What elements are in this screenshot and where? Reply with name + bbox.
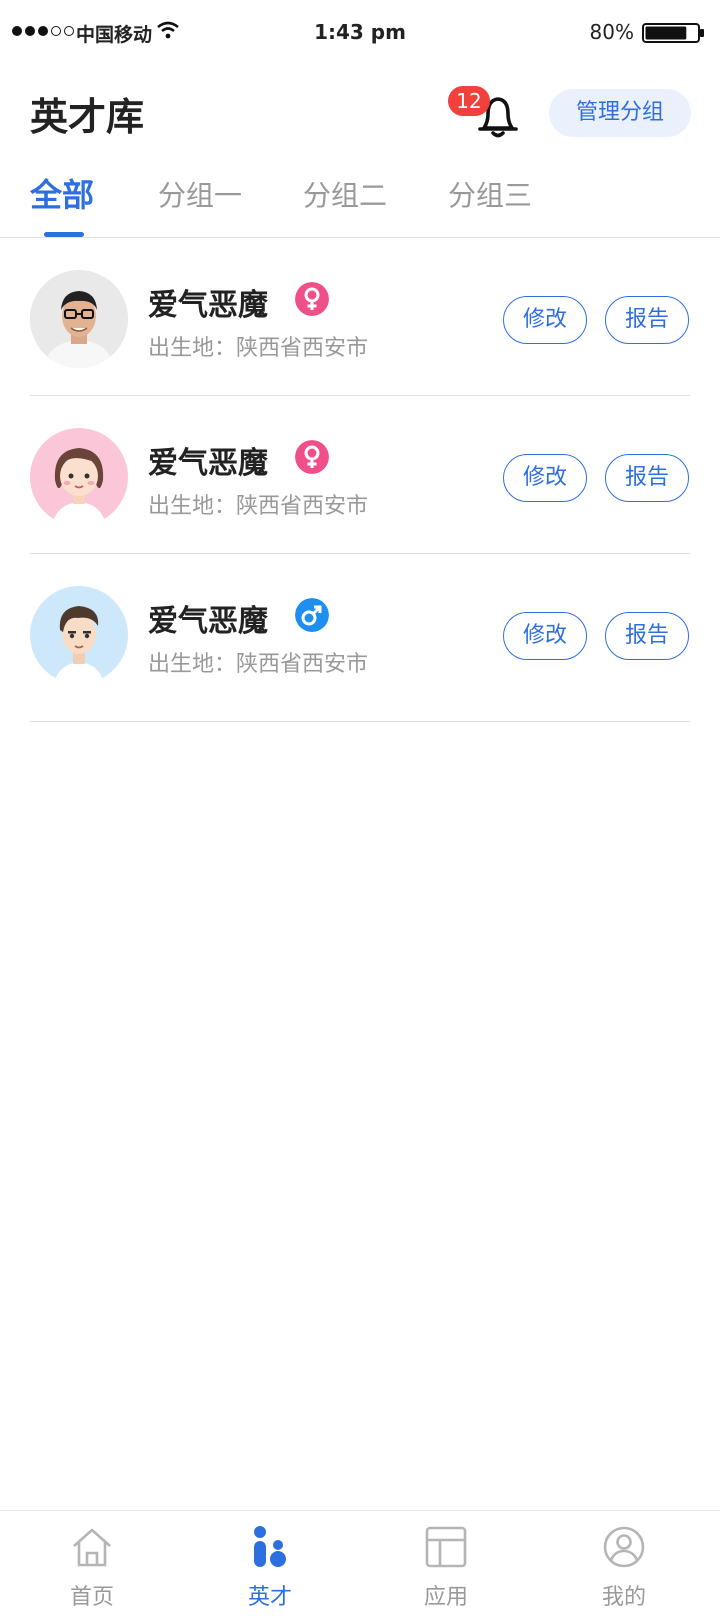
bottom-navigation: 首页 英才 应用 我的 [0,1510,720,1624]
nav-label: 首页 [69,1585,114,1610]
manage-groups-button[interactable]: 管理分组 [549,89,691,137]
report-button[interactable]: 报告 [605,296,689,344]
divider [30,721,690,722]
nav-item-talent[interactable]: 英才 [180,1511,360,1624]
talent-icon [254,1526,286,1567]
apps-icon [425,1526,467,1568]
nav-label: 英才 [247,1585,292,1610]
battery-icon [642,23,704,43]
report-button[interactable]: 报告 [605,612,689,660]
avatar [30,270,128,368]
tab-group-2[interactable]: 分组二 [303,174,387,214]
tab-all[interactable]: 全部 [30,170,94,216]
birthplace: 出生地：陕西省西安市 [148,652,369,677]
report-button[interactable]: 报告 [605,454,689,502]
nav-item-apps[interactable]: 应用 [356,1511,536,1624]
female-icon [295,282,329,316]
active-tab-indicator [44,232,84,237]
tab-group-1[interactable]: 分组一 [158,174,242,214]
profile-icon [603,1526,645,1568]
birthplace: 出生地：陕西省西安市 [148,336,369,361]
nav-item-home[interactable]: 首页 [2,1511,182,1624]
talent-name: 爱气恶魔 [148,604,268,639]
avatar [30,428,128,526]
home-icon [73,1528,111,1567]
nav-label: 应用 [423,1585,468,1610]
female-icon [295,440,329,474]
status-bar: 中国移动 1:43 pm 80% [0,0,720,64]
avatar [30,586,128,684]
group-tabs: 全部 分组一 分组二 分组三 [0,160,720,238]
birthplace: 出生地：陕西省西安市 [148,494,369,519]
nav-label: 我的 [601,1585,646,1610]
male-icon [295,598,329,632]
talent-list-item[interactable]: 爱气恶魔 出生地：陕西省西安市 修改 报告 [0,238,720,396]
notification-badge: 12 [448,86,490,116]
nav-item-profile[interactable]: 我的 [534,1511,714,1624]
talent-list-item[interactable]: 爱气恶魔 出生地：陕西省西安市 修改 报告 [0,396,720,554]
battery-percent: 80% [589,20,634,44]
edit-button[interactable]: 修改 [503,612,587,660]
talent-name: 爱气恶魔 [148,446,268,481]
talent-list-item[interactable]: 爱气恶魔 出生地：陕西省西安市 修改 报告 [0,554,720,722]
talent-name: 爱气恶魔 [148,288,268,323]
edit-button[interactable]: 修改 [503,454,587,502]
tab-group-3[interactable]: 分组三 [448,174,532,214]
edit-button[interactable]: 修改 [503,296,587,344]
page-title: 英才库 [30,95,145,139]
